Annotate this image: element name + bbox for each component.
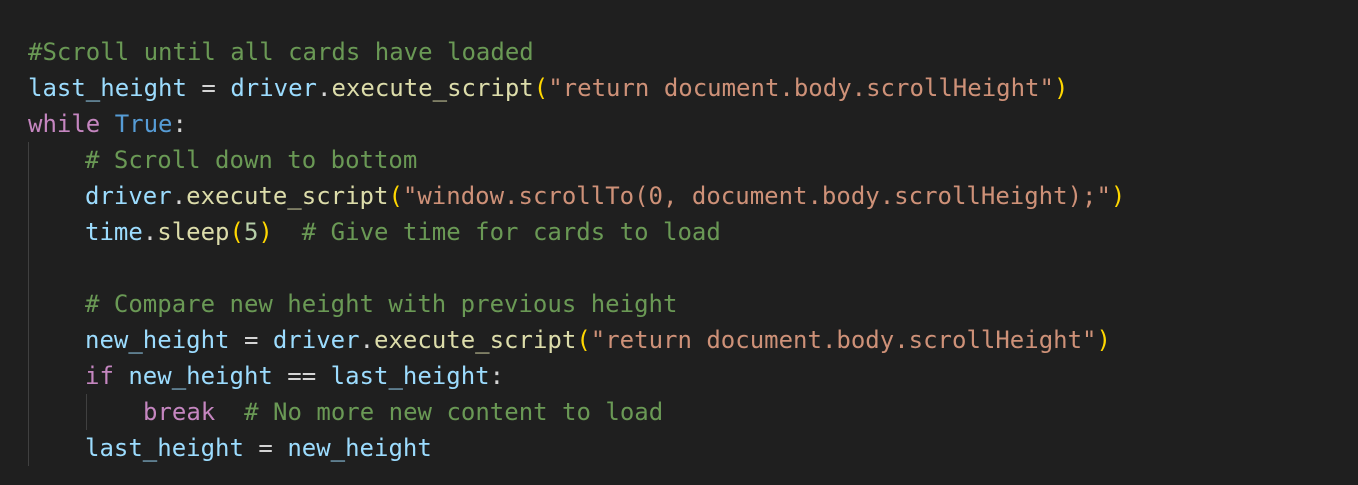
code-line-2[interactable]: last_height = driver.execute_script("ret…: [28, 70, 1125, 106]
code-line-3[interactable]: while True:: [28, 106, 1125, 142]
code-token-function: execute_script: [374, 326, 577, 354]
code-token-operator: [215, 398, 244, 426]
code-token-variable: last_height: [330, 362, 490, 390]
code-token-operator: =: [243, 434, 288, 462]
code-line-10[interactable]: if new_height == last_height:: [28, 358, 1125, 394]
code-token-paren: (: [229, 218, 244, 246]
code-token-keyword: if: [85, 362, 114, 390]
code-token-operator: =: [186, 74, 231, 102]
code-token-keyword: break: [143, 398, 216, 426]
code-token-operator: [273, 218, 302, 246]
code-line-7[interactable]: [28, 250, 1125, 286]
code-token-comment: # Scroll down to bottom: [85, 146, 418, 174]
code-line-9[interactable]: new_height = driver.execute_script("retu…: [28, 322, 1125, 358]
code-token-string: "window.scrollTo(0, document.body.scroll…: [402, 182, 1111, 210]
code-token-operator: .: [359, 326, 375, 354]
code-line-1[interactable]: #Scroll until all cards have loaded: [28, 34, 1125, 70]
code-token-variable: last_height: [85, 434, 244, 462]
code-token-operator: .: [317, 74, 332, 102]
code-line-4[interactable]: # Scroll down to bottom: [28, 142, 1125, 178]
code-token-variable: driver: [85, 182, 172, 210]
code-token-variable: new_height: [287, 434, 432, 462]
code-token-function: execute_script: [186, 182, 389, 210]
code-token-comment: # No more new content to load: [244, 398, 664, 426]
code-token-paren: ): [1053, 74, 1069, 102]
code-token-variable: new_height: [85, 326, 230, 354]
code-token-operator: :: [489, 362, 505, 390]
code-token-variable: driver: [272, 326, 360, 354]
code-token-comment: # Compare new height with previous heigh…: [85, 290, 678, 318]
code-token-paren: (: [388, 182, 403, 210]
code-token-paren: ): [1110, 182, 1126, 210]
code-line-11[interactable]: break # No more new content to load: [28, 394, 1125, 430]
code-line-12[interactable]: last_height = new_height: [28, 430, 1125, 466]
code-token-boolean: True: [114, 110, 173, 138]
code-token-number: 5: [243, 218, 259, 246]
code-token-variable: time: [85, 218, 143, 246]
code-token-string: "return document.body.scrollHeight": [548, 74, 1054, 102]
code-token-paren: (: [576, 326, 591, 354]
code-token-paren: ): [1096, 326, 1111, 354]
code-token-variable: driver: [230, 74, 318, 102]
code-token-operator: [100, 110, 114, 138]
code-token-function: sleep: [157, 218, 230, 246]
code-token-comment: # Give time for cards to load: [301, 218, 721, 246]
code-line-5[interactable]: driver.execute_script("window.scrollTo(0…: [28, 178, 1125, 214]
code-token-function: execute_script: [331, 74, 534, 102]
code-token-operator: [114, 362, 128, 390]
code-token-string: "return document.body.scrollHeight": [590, 326, 1097, 354]
code-token-operator: =: [229, 326, 273, 354]
code-token-paren: ): [258, 218, 273, 246]
code-line-8[interactable]: # Compare new height with previous heigh…: [28, 286, 1125, 322]
code-token-operator: :: [172, 110, 187, 138]
code-editor[interactable]: #Scroll until all cards have loaded last…: [0, 0, 1358, 485]
code-token-variable: new_height: [128, 362, 273, 390]
code-token-comment: #Scroll until all cards have loaded: [28, 38, 534, 66]
code-token-operator: .: [142, 218, 158, 246]
code-lines: #Scroll until all cards have loaded last…: [28, 34, 1125, 466]
code-token-operator: .: [171, 182, 187, 210]
code-token-variable: last_height: [28, 74, 187, 102]
code-token-paren: (: [533, 74, 549, 102]
code-token-operator: ==: [272, 362, 331, 390]
code-line-6[interactable]: time.sleep(5) # Give time for cards to l…: [28, 214, 1125, 250]
code-token-keyword: while: [28, 110, 101, 138]
